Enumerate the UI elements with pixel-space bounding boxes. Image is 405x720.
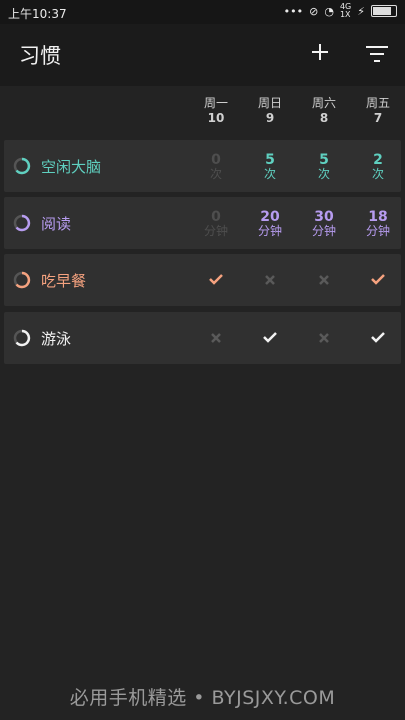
habit-row[interactable]: 吃早餐 bbox=[4, 254, 401, 306]
habit-strength-ring-icon bbox=[13, 271, 31, 289]
habit-name: 阅读 bbox=[41, 215, 72, 233]
battery-icon bbox=[371, 5, 397, 17]
filter-icon bbox=[366, 46, 388, 62]
app-bar: 习惯 bbox=[0, 24, 405, 86]
habit-value-cell[interactable]: 0次 bbox=[191, 153, 241, 181]
habit-value-cell[interactable]: 5次 bbox=[299, 153, 349, 181]
check-icon[interactable] bbox=[353, 329, 403, 348]
habit-row[interactable]: 游泳 bbox=[4, 312, 401, 364]
day-header: 周一 10 周日 9 周六 8 周五 7 bbox=[0, 96, 405, 136]
check-icon[interactable] bbox=[245, 329, 295, 348]
habit-name: 游泳 bbox=[41, 330, 72, 348]
habit-value-cell[interactable]: 2次 bbox=[353, 153, 403, 181]
filter-button[interactable] bbox=[364, 40, 390, 68]
watermark: 必用手机精选 • BYJSJXY.COM bbox=[69, 687, 336, 709]
more-dots-icon: ••• bbox=[283, 4, 304, 18]
habit-value-cell[interactable]: 30 分钟 bbox=[299, 210, 349, 238]
habit-strength-ring-icon bbox=[13, 329, 31, 347]
status-time: 上午10:37 bbox=[8, 7, 67, 21]
wifi-icon: ◔ bbox=[324, 4, 334, 18]
habit-value-cell[interactable]: 5次 bbox=[245, 153, 295, 181]
habit-value-cell[interactable]: 18 分钟 bbox=[353, 210, 403, 238]
cross-icon[interactable] bbox=[299, 271, 349, 290]
add-habit-button[interactable] bbox=[306, 36, 334, 68]
day-column-header: 周六 8 bbox=[311, 96, 336, 125]
check-icon[interactable] bbox=[353, 271, 403, 290]
habit-value-cell[interactable]: 0 分钟 bbox=[191, 210, 241, 238]
habit-strength-ring-icon bbox=[13, 157, 31, 175]
status-bar: 上午10:37 ••• ⊘ ◔ 4G 1X ⚡ bbox=[0, 0, 405, 24]
cross-icon[interactable] bbox=[299, 329, 349, 348]
cross-icon[interactable] bbox=[245, 271, 295, 290]
mute-icon: ⊘ bbox=[309, 4, 319, 18]
status-icons: ••• ⊘ ◔ 4G 1X ⚡ bbox=[284, 3, 397, 19]
habit-row[interactable]: 空闲大脑 0 次 5 次 5 次 2 次 bbox=[4, 140, 401, 192]
charging-icon: ⚡ bbox=[357, 4, 365, 18]
page-title: 习惯 bbox=[19, 44, 61, 68]
habit-name: 空闲大脑 bbox=[41, 158, 102, 176]
day-column-header: 周一 10 bbox=[203, 96, 228, 125]
habit-name: 吃早餐 bbox=[41, 272, 87, 290]
habit-strength-ring-icon bbox=[13, 214, 31, 232]
day-column-header: 周日 9 bbox=[257, 96, 282, 125]
cross-icon[interactable] bbox=[191, 329, 241, 348]
plus-icon bbox=[312, 44, 328, 60]
check-icon[interactable] bbox=[191, 271, 241, 290]
day-column-header: 周五 7 bbox=[365, 96, 390, 125]
habit-row[interactable]: 阅读 0 分钟 20 分钟 30 分钟 18 分钟 bbox=[4, 197, 401, 249]
signal-icon: 4G 1X bbox=[339, 2, 352, 19]
habit-value-cell[interactable]: 20 分钟 bbox=[245, 210, 295, 238]
